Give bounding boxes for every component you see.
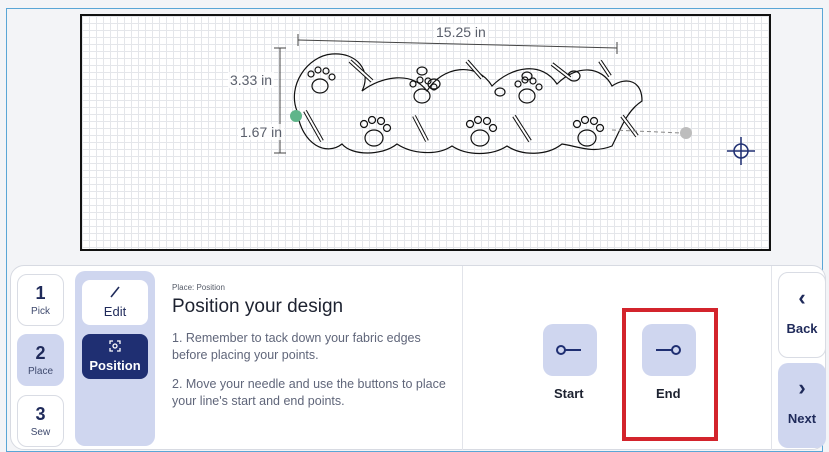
instruction-step-1: 1. Remember to tack down your fabric edg… [172, 331, 421, 362]
edit-button[interactable]: Edit [82, 280, 148, 325]
back-button[interactable]: ‹ Back [778, 272, 826, 358]
needle-crosshair-icon [727, 137, 755, 165]
divider [462, 266, 463, 450]
chevron-left-icon: ‹ [798, 285, 806, 310]
step-label: Pick [31, 306, 50, 317]
instruction-step-2: 2. Move your needle and use the buttons … [172, 377, 446, 408]
start-label: Start [554, 386, 584, 401]
breadcrumb: Place: Position [172, 283, 225, 292]
highlight-box [622, 308, 718, 441]
step-number: 2 [35, 343, 46, 363]
next-button[interactable]: › Next [778, 363, 826, 448]
half-height-dimension-label: 1.67 in [238, 124, 285, 140]
position-button[interactable]: Position [82, 334, 148, 379]
position-label: Position [89, 358, 141, 373]
design-canvas[interactable]: 15.25 in 3.33 in 1.67 in [80, 14, 771, 251]
design-preview [274, 34, 755, 165]
height-dimension-label: 3.33 in [228, 72, 275, 88]
edit-label: Edit [103, 304, 127, 319]
step-label: Sew [30, 427, 51, 438]
pencil-icon [82, 285, 148, 302]
position-icon [82, 339, 148, 356]
back-label: Back [786, 321, 818, 336]
step-place[interactable]: 2 Place [17, 334, 64, 386]
step-list: 1 Pick 2 Place 3 Sew [17, 274, 69, 448]
start-point-button[interactable] [543, 324, 597, 376]
step-number: 3 [35, 404, 46, 424]
step-pick[interactable]: 1 Pick [17, 274, 64, 326]
divider [771, 266, 772, 450]
start-point-icon [556, 345, 581, 355]
mode-list: Edit Position [75, 271, 155, 446]
start-point-marker [290, 110, 302, 122]
step-label: Place [27, 366, 53, 377]
step-number: 1 [35, 283, 46, 303]
page-title: Position your design [172, 296, 344, 317]
chevron-right-icon: › [798, 375, 806, 400]
next-label: Next [787, 411, 817, 426]
step-sew[interactable]: 3 Sew [17, 395, 64, 447]
instructions: Place: Position Position your design 1. … [172, 283, 457, 410]
width-dimension-label: 15.25 in [434, 24, 488, 40]
end-point-marker [680, 127, 692, 139]
